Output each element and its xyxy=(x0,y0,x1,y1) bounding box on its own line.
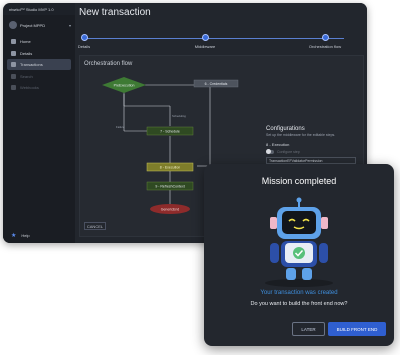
sidebar-item-label: Transactions xyxy=(20,62,43,67)
node-label: 6 - Credentials xyxy=(205,82,228,86)
toggle-switch-icon xyxy=(266,149,274,154)
sidebar-item-webhooks[interactable]: Webhooks xyxy=(7,82,71,93)
transactions-icon xyxy=(11,62,16,67)
sidebar-item-label: Details xyxy=(20,50,33,56)
help-label: Help xyxy=(21,233,30,238)
step-current-icon xyxy=(321,34,329,41)
project-selector[interactable]: Project MPPD ▾ xyxy=(9,20,71,30)
step-details[interactable]: Details xyxy=(54,34,114,49)
middleware-field[interactable]: TransactionEFValidatorPermission xyxy=(266,157,356,164)
sidebar-item-label: Home xyxy=(20,39,31,44)
page-title: New transaction xyxy=(79,7,151,18)
window-title: ntwrkd™ Studio MVP 1.0 xyxy=(9,7,54,12)
node-label: 9 - RefreshContext xyxy=(155,185,184,189)
configure-step-toggle[interactable]: Configure step xyxy=(266,149,356,154)
build-question: Do you want to build the front end now? xyxy=(250,301,348,307)
build-front-end-button[interactable]: BUILD FRONT END xyxy=(328,322,386,336)
robot-illustration-icon xyxy=(265,197,333,287)
details-icon xyxy=(11,50,16,56)
sidebar-item-label: Webhooks xyxy=(20,85,39,90)
later-button[interactable]: LATER xyxy=(292,322,325,336)
sidebar-item-transactions[interactable]: Transactions xyxy=(7,59,71,70)
edge-label: Scheduling xyxy=(172,114,186,118)
cancel-button[interactable]: CANCEL xyxy=(84,222,106,230)
edge-label: Failure xyxy=(116,125,125,129)
config-title: Configurations xyxy=(266,126,305,132)
project-avatar xyxy=(9,21,17,29)
search-icon xyxy=(11,73,16,79)
chevron-down-icon: ▾ xyxy=(68,22,71,28)
home-icon xyxy=(11,39,16,44)
help-link[interactable]: ★ Help xyxy=(11,232,30,239)
webhook-icon xyxy=(11,85,16,90)
sidebar-item-details[interactable]: Details xyxy=(7,48,71,59)
config-subtitle: Set up the middleware for the editable s… xyxy=(266,133,336,137)
project-name: Project MPPD xyxy=(20,22,46,28)
sidebar: Project MPPD ▾ Home Details Transactions… xyxy=(3,15,75,243)
mission-completed-dialog: Mission completed Your transaction was c… xyxy=(204,164,394,346)
node-label: GenericEnd xyxy=(161,208,180,212)
dialog-title: Mission completed xyxy=(261,176,337,186)
node-label: 8 - Execution xyxy=(160,166,180,170)
sidebar-item-search[interactable]: Search xyxy=(7,71,71,82)
star-icon: ★ xyxy=(11,233,17,239)
config-section: 8 - Execution xyxy=(266,142,290,147)
step-middleware[interactable]: Middleware xyxy=(175,34,235,49)
success-message: Your transaction was created xyxy=(260,290,338,296)
step-label: Orchestration flow xyxy=(308,44,342,49)
toggle-label: Configure step xyxy=(277,150,300,154)
step-label: Details xyxy=(77,44,91,49)
sidebar-item-label: Search xyxy=(20,73,33,79)
step-orchestration[interactable]: Orchestration flow xyxy=(295,34,355,49)
step-complete-icon xyxy=(201,34,209,41)
node-label: 7 - Schedule xyxy=(160,130,180,134)
step-complete-icon xyxy=(80,34,88,41)
step-label: Middleware xyxy=(194,44,216,49)
stepper: Details Middleware Orchestration flow xyxy=(78,34,357,52)
node-label: PreExecution xyxy=(114,84,135,88)
